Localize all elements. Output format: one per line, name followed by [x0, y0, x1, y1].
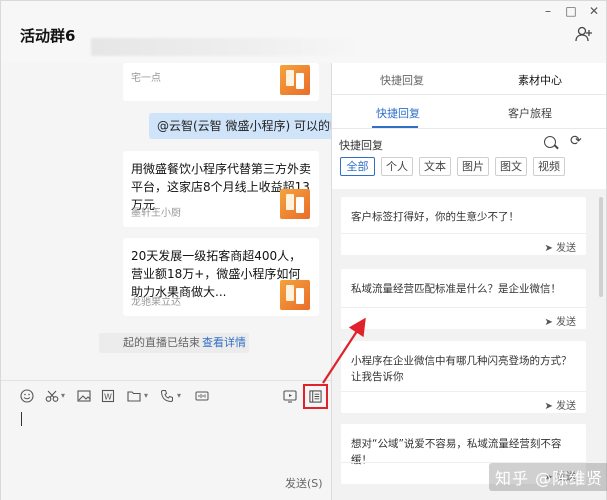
section-title: 快捷回复 — [339, 139, 383, 152]
quick-reply-button[interactable] — [303, 384, 328, 409]
card-thumbnail — [280, 189, 310, 219]
filter-article[interactable]: 图文 — [495, 157, 527, 176]
filter-all[interactable]: 全部 — [340, 157, 375, 176]
chat-window: 活动群6 – □ ✕ 宅一点 @云智(云智 微盛小程序) 可以的哈 用微盛餐饮小… — [0, 0, 607, 500]
input-toolbar: ▾ W ▾ ▾ — [1, 380, 331, 410]
maximize-button[interactable]: □ — [564, 5, 578, 17]
voice-icon[interactable] — [195, 389, 209, 403]
reply-text: 小程序在企业微信中有哪几种闪亮登场的方式？让我告诉你 — [351, 355, 572, 383]
panel-sub-tabs: 快捷回复 客户旅程 — [332, 95, 606, 129]
chevron-down-icon[interactable]: ▾ — [177, 391, 181, 400]
active-tab-indicator — [372, 126, 418, 128]
search-icon[interactable] — [544, 136, 556, 148]
send-label: 发送 — [556, 401, 576, 412]
chevron-down-icon[interactable]: ▾ — [61, 391, 65, 400]
svg-text:W: W — [104, 393, 112, 402]
panel-scrollbar[interactable] — [599, 197, 603, 297]
reply-card[interactable]: 私域流量经营匹配标准是什么？是企业微信！ ➤ 发送 — [341, 269, 586, 329]
filter-video[interactable]: 视频 — [533, 157, 565, 176]
message-card[interactable]: 用微盛餐饮小程序代替第三方外卖平台，这家店8个月线上收益超13万元 墨轩王小厨 — [123, 151, 319, 227]
notice-text: 起的直播已结束 — [123, 336, 200, 349]
title-bar: 活动群6 – □ ✕ — [1, 1, 606, 63]
reply-send-button[interactable]: ➤ 发送 — [544, 313, 576, 328]
quick-reply-panel: 快捷回复 素材中心 快捷回复 客户旅程 快捷回复 ⟳ 全部 个人 文本 图片 图… — [332, 63, 606, 500]
send-arrow-icon: ➤ — [544, 243, 556, 254]
refresh-icon[interactable]: ⟳ — [570, 133, 582, 149]
subtab-quick-reply[interactable]: 快捷回复 — [376, 105, 420, 121]
send-arrow-icon: ➤ — [544, 317, 556, 328]
message-card[interactable]: 宅一点 — [123, 63, 319, 101]
filter-image[interactable]: 图片 — [457, 157, 489, 176]
reply-send-button[interactable]: ➤ 发送 — [544, 397, 576, 412]
send-button[interactable]: 发送(S) — [285, 475, 323, 491]
annotation-arrow — [322, 317, 366, 384]
minimize-button[interactable]: – — [541, 5, 555, 17]
reply-card[interactable]: 小程序在企业微信中有哪几种闪亮登场的方式？让我告诉你 ➤ 发送 — [341, 341, 586, 413]
folder-icon[interactable] — [127, 389, 141, 403]
reply-text: 私域流量经营匹配标准是什么？是企业微信！ — [351, 283, 561, 295]
send-arrow-icon: ➤ — [544, 401, 556, 412]
live-ended-notice: 起的直播已结束 查看详情 — [99, 333, 249, 353]
add-user-icon[interactable] — [575, 25, 593, 43]
filter-personal[interactable]: 个人 — [381, 157, 413, 176]
tab-quick-reply[interactable]: 快捷回复 — [380, 72, 424, 88]
watermark: 知乎 @陈维贤 — [489, 463, 607, 491]
reply-text: 客户标签打得好，你的生意少不了！ — [351, 211, 519, 223]
message-input[interactable]: 发送(S) — [1, 410, 331, 500]
filter-area: 快捷回复 ⟳ 全部 个人 文本 图片 图文 视频 — [332, 129, 606, 189]
reply-send-button[interactable]: ➤ 发送 — [544, 239, 576, 254]
divider — [341, 307, 586, 308]
quick-reply-icon — [309, 390, 322, 403]
chevron-down-icon[interactable]: ▾ — [144, 391, 148, 400]
phone-icon[interactable] — [160, 389, 174, 403]
divider — [341, 233, 586, 234]
filter-text[interactable]: 文本 — [419, 157, 451, 176]
send-label: 发送 — [556, 243, 576, 254]
send-label: 发送 — [556, 317, 576, 328]
live-icon[interactable] — [283, 389, 297, 403]
divider — [341, 391, 586, 392]
card-source: 宅一点 — [131, 73, 161, 84]
group-title: 活动群6 — [20, 27, 76, 45]
close-button[interactable]: ✕ — [587, 5, 601, 17]
blurred-member-list — [91, 38, 361, 56]
chat-messages: 宅一点 @云智(云智 微盛小程序) 可以的哈 用微盛餐饮小程序代替第三方外卖平台… — [1, 63, 331, 380]
panel-top-tabs: 快捷回复 素材中心 — [332, 63, 606, 95]
card-source: 龙驰果立达 — [131, 297, 181, 308]
reply-card[interactable]: 客户标签打得好，你的生意少不了！ ➤ 发送 — [341, 197, 586, 255]
text-cursor — [21, 412, 22, 426]
card-source: 墨轩王小厨 — [131, 208, 181, 219]
emoji-icon[interactable] — [20, 389, 34, 403]
message-card[interactable]: 20天发展一级拓客商超400人，营业额18万+，微盛小程序如何助力水果商做大..… — [123, 238, 319, 316]
image-icon[interactable] — [77, 389, 91, 403]
card-thumbnail — [280, 280, 310, 310]
subtab-customer-journey[interactable]: 客户旅程 — [508, 105, 552, 121]
tab-material-center[interactable]: 素材中心 — [518, 72, 562, 88]
card-thumbnail — [280, 65, 310, 95]
word-doc-icon[interactable]: W — [101, 389, 115, 403]
view-details-link[interactable]: 查看详情 — [202, 336, 246, 349]
mention-message: @云智(云智 微盛小程序) 可以的哈 — [149, 113, 331, 139]
scissors-icon[interactable] — [45, 389, 59, 403]
